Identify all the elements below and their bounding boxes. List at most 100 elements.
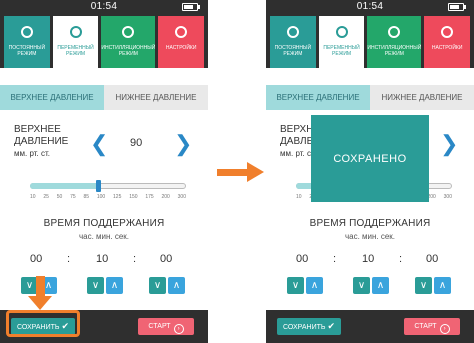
hold-time-values: 00 : 10 : 00 — [266, 249, 474, 271]
mode-label: ПЕРЕМЕННЫЙ РЕЖИМ — [57, 45, 94, 57]
phone-screen-before: 01:54 ПОСТОЯННЫЙ РЕЖИМ ПЕРЕМЕННЫЙ РЕЖИМ … — [0, 0, 208, 343]
chevron-left-icon[interactable]: ❮ — [90, 133, 108, 155]
arrow-right-icon — [247, 162, 264, 182]
status-bar: 01:54 — [266, 0, 474, 13]
minutes-up-button[interactable]: ∧ — [106, 277, 123, 294]
slider-tick-label: 10 — [296, 194, 302, 200]
status-bar: 01:54 — [0, 0, 208, 13]
gear-icon — [441, 26, 454, 38]
hold-time-units: час. мин. сек. — [78, 232, 130, 241]
slider-tick-label: 300 — [177, 194, 186, 200]
mode-variable[interactable]: ПЕРЕМЕННЫЙ РЕЖИМ — [318, 16, 365, 68]
gear-icon — [175, 26, 188, 38]
pressure-slider[interactable]: 10 25 50 75 85 100 125 150 175 200 300 — [0, 180, 208, 202]
seconds-down-button[interactable]: ∨ — [415, 277, 432, 294]
mode-constant[interactable]: ПОСТОЯННЫЙ РЕЖИМ — [4, 16, 50, 68]
tab-lower-pressure[interactable]: НИЖНЕЕ ДАВЛЕНИЕ — [370, 85, 474, 110]
separator: : — [67, 253, 71, 265]
seconds-up-button[interactable]: ∧ — [168, 277, 185, 294]
tab-upper-pressure[interactable]: ВЕРХНЕЕ ДАВЛЕНИЕ — [266, 85, 370, 110]
target-icon — [20, 26, 33, 38]
minutes-down-button[interactable]: ∨ — [87, 277, 104, 294]
hours-value: 00 — [296, 253, 309, 265]
battery-icon — [448, 3, 466, 11]
check-icon: ✔ — [327, 321, 336, 331]
slider-thumb[interactable] — [95, 180, 101, 192]
saved-confirmation-modal: СОХРАНЕНО — [311, 115, 429, 202]
separator: : — [399, 253, 403, 265]
slider-tick-label: 50 — [56, 194, 63, 200]
mode-settings[interactable]: НАСТРОЙКИ — [424, 16, 471, 68]
status-time: 01:54 — [90, 1, 118, 12]
minutes-value: 10 — [96, 253, 109, 265]
mode-label: ИНСТИЛЛЯЦИОННЫЙ РЕЖИМ — [367, 45, 422, 57]
minutes-down-button[interactable]: ∨ — [353, 277, 370, 294]
hold-time-steppers: ∨ ∧ ∨ ∧ ∨ ∧ — [266, 277, 474, 299]
hold-time-title: ВРЕМЯ ПОДДЕРЖАНИЯ — [43, 218, 165, 229]
slider-tick-label: 75 — [70, 194, 76, 200]
separator: : — [333, 253, 337, 265]
arrow-down-icon — [28, 296, 52, 310]
mode-selector: ПОСТОЯННЫЙ РЕЖИМ ПЕРЕМЕННЫЙ РЕЖИМ ИНСТИЛ… — [0, 13, 208, 68]
hours-down-button[interactable]: ∨ — [287, 277, 304, 294]
pressure-tabs: ВЕРХНЕЕ ДАВЛЕНИЕ НИЖНЕЕ ДАВЛЕНИЕ — [0, 85, 208, 110]
battery-icon — [182, 3, 200, 11]
mode-label: НАСТРОЙКИ — [165, 45, 197, 51]
phone-screen-after: 01:54 ПОСТОЯННЫЙ РЕЖИМ ПЕРЕМЕННЫЙ РЕЖИМ … — [266, 0, 474, 343]
slider-tick-label: 125 — [113, 194, 122, 200]
slider-tick-label: 150 — [129, 194, 138, 200]
tab-upper-pressure[interactable]: ВЕРХНЕЕ ДАВЛЕНИЕ — [0, 85, 104, 110]
hours-up-button[interactable]: ∧ — [306, 277, 323, 294]
slider-tick-label: 25 — [43, 194, 49, 200]
mode-label: НАСТРОЙКИ — [431, 45, 463, 51]
mode-variable[interactable]: ПЕРЕМЕННЫЙ РЕЖИМ — [52, 16, 99, 68]
slider-tick-label: 300 — [443, 194, 452, 200]
drop-icon — [388, 26, 401, 38]
transition-arrow-shaft — [217, 169, 249, 176]
pressure-setting: ВЕРХНЕЕ ДАВЛЕНИЕ мм. рт. ст. ❮ 90 ❯ — [0, 124, 208, 172]
save-highlight-frame — [6, 310, 80, 337]
start-button[interactable]: СТАРТ › — [138, 318, 194, 335]
seconds-up-button[interactable]: ∧ — [434, 277, 451, 294]
mode-instillation[interactable]: ИНСТИЛЛЯЦИОННЫЙ РЕЖИМ — [367, 16, 422, 68]
mode-instillation[interactable]: ИНСТИЛЛЯЦИОННЫЙ РЕЖИМ — [101, 16, 156, 68]
mode-selector: ПОСТОЯННЫЙ РЕЖИМ ПЕРЕМЕННЫЙ РЕЖИМ ИНСТИЛ… — [266, 13, 474, 68]
hours-value: 00 — [30, 253, 43, 265]
pressure-label: ВЕРХНЕЕ ДАВЛЕНИЕ мм. рт. ст. — [14, 124, 69, 158]
slider-tick-label: 175 — [145, 194, 154, 200]
dial-icon — [335, 26, 348, 38]
start-button[interactable]: СТАРТ › — [404, 318, 460, 335]
minutes-up-button[interactable]: ∧ — [372, 277, 389, 294]
slider-tick-label: 85 — [83, 194, 90, 200]
save-button[interactable]: СОХРАНИТЬ ✔ — [277, 318, 341, 335]
tab-lower-pressure[interactable]: НИЖНЕЕ ДАВЛЕНИЕ — [104, 85, 208, 110]
separator: : — [133, 253, 137, 265]
target-icon — [286, 26, 299, 38]
chevron-right-icon[interactable]: ❯ — [174, 133, 192, 155]
dial-icon — [69, 26, 82, 38]
hold-time-title: ВРЕМЯ ПОДДЕРЖАНИЯ — [309, 218, 431, 229]
drop-icon — [122, 26, 135, 38]
status-time: 01:54 — [356, 1, 384, 12]
slider-fill — [30, 183, 98, 189]
play-icon: › — [439, 324, 450, 334]
seconds-value: 00 — [160, 253, 173, 265]
seconds-down-button[interactable]: ∨ — [149, 277, 166, 294]
hold-time-values: 00 : 10 : 00 — [0, 249, 208, 271]
slider-tick-label: 10 — [30, 194, 36, 200]
bottom-bar: СОХРАНИТЬ ✔ СТАРТ › — [266, 310, 474, 343]
mode-settings[interactable]: НАСТРОЙКИ — [158, 16, 205, 68]
pressure-value: 90 — [130, 137, 143, 149]
mode-label: ПОСТОЯННЫЙ РЕЖИМ — [8, 45, 46, 57]
slider-ticks: 10 25 50 75 85 100 125 150 175 200 300 — [30, 194, 186, 200]
mode-label: ИНСТИЛЛЯЦИОННЫЙ РЕЖИМ — [101, 45, 156, 57]
mode-constant[interactable]: ПОСТОЯННЫЙ РЕЖИМ — [270, 16, 316, 68]
minutes-value: 10 — [362, 253, 375, 265]
mode-label: ПОСТОЯННЫЙ РЕЖИМ — [274, 45, 312, 57]
slider-tick-label: 200 — [161, 194, 170, 200]
hold-time-units: час. мин. сек. — [344, 232, 396, 241]
slider-tick-label: 100 — [96, 194, 106, 200]
chevron-right-icon[interactable]: ❯ — [440, 133, 458, 155]
mode-label: ПЕРЕМЕННЫЙ РЕЖИМ — [323, 45, 360, 57]
pressure-tabs: ВЕРХНЕЕ ДАВЛЕНИЕ НИЖНЕЕ ДАВЛЕНИЕ — [266, 85, 474, 110]
